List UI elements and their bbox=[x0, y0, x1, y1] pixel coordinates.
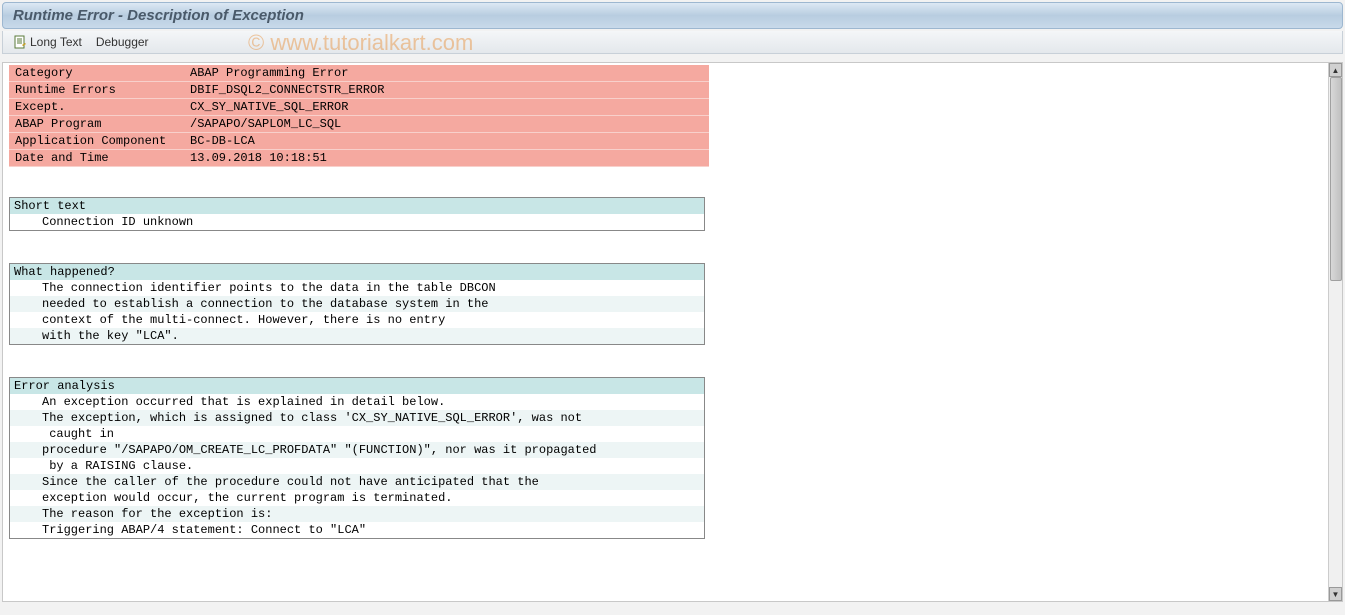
section-line: The reason for the exception is: bbox=[10, 506, 704, 522]
info-value: BC-DB-LCA bbox=[184, 133, 709, 150]
info-table: CategoryABAP Programming Error Runtime E… bbox=[9, 65, 709, 167]
section-header: Short text bbox=[10, 198, 704, 214]
section-line: needed to establish a connection to the … bbox=[10, 296, 704, 312]
info-value: /SAPAPO/SAPLOM_LC_SQL bbox=[184, 116, 709, 133]
table-row: CategoryABAP Programming Error bbox=[9, 65, 709, 82]
info-label: Date and Time bbox=[9, 150, 184, 167]
content-area: CategoryABAP Programming Error Runtime E… bbox=[2, 62, 1343, 602]
section-body: Connection ID unknown bbox=[10, 214, 704, 230]
section-body: An exception occurred that is explained … bbox=[10, 394, 704, 538]
debugger-button[interactable]: Debugger bbox=[96, 35, 149, 49]
error-analysis-section: Error analysis An exception occurred tha… bbox=[9, 377, 705, 539]
section-line: by a RAISING clause. bbox=[10, 458, 704, 474]
info-value: ABAP Programming Error bbox=[184, 65, 709, 82]
debugger-label: Debugger bbox=[96, 35, 149, 49]
section-header: Error analysis bbox=[10, 378, 704, 394]
scroll-track[interactable] bbox=[1329, 77, 1342, 587]
info-label: Application Component bbox=[9, 133, 184, 150]
info-value: 13.09.2018 10:18:51 bbox=[184, 150, 709, 167]
titlebar: Runtime Error - Description of Exception bbox=[2, 2, 1343, 29]
long-text-label: Long Text bbox=[30, 35, 82, 49]
info-value: DBIF_DSQL2_CONNECTSTR_ERROR bbox=[184, 82, 709, 99]
table-row: Date and Time13.09.2018 10:18:51 bbox=[9, 150, 709, 167]
section-line: An exception occurred that is explained … bbox=[10, 394, 704, 410]
scroll-thumb[interactable] bbox=[1330, 77, 1342, 281]
section-line: context of the multi-connect. However, t… bbox=[10, 312, 704, 328]
section-line: The connection identifier points to the … bbox=[10, 280, 704, 296]
content-inner: CategoryABAP Programming Error Runtime E… bbox=[3, 63, 1328, 601]
document-icon bbox=[13, 35, 27, 49]
section-line: Since the caller of the procedure could … bbox=[10, 474, 704, 490]
table-row: Runtime ErrorsDBIF_DSQL2_CONNECTSTR_ERRO… bbox=[9, 82, 709, 99]
vertical-scrollbar[interactable]: ▲ ▼ bbox=[1328, 63, 1342, 601]
table-row: ABAP Program/SAPAPO/SAPLOM_LC_SQL bbox=[9, 116, 709, 133]
short-text-section: Short text Connection ID unknown bbox=[9, 197, 705, 231]
section-line: Connection ID unknown bbox=[10, 214, 704, 230]
section-line: exception would occur, the current progr… bbox=[10, 490, 704, 506]
info-label: Category bbox=[9, 65, 184, 82]
info-label: Runtime Errors bbox=[9, 82, 184, 99]
section-body: The connection identifier points to the … bbox=[10, 280, 704, 344]
section-header: What happened? bbox=[10, 264, 704, 280]
section-line: Triggering ABAP/4 statement: Connect to … bbox=[10, 522, 704, 538]
long-text-button[interactable]: Long Text bbox=[13, 35, 82, 49]
table-row: Application ComponentBC-DB-LCA bbox=[9, 133, 709, 150]
section-line: caught in bbox=[10, 426, 704, 442]
table-row: Except.CX_SY_NATIVE_SQL_ERROR bbox=[9, 99, 709, 116]
section-line: The exception, which is assigned to clas… bbox=[10, 410, 704, 426]
info-value: CX_SY_NATIVE_SQL_ERROR bbox=[184, 99, 709, 116]
what-happened-section: What happened? The connection identifier… bbox=[9, 263, 705, 345]
scroll-down-button[interactable]: ▼ bbox=[1329, 587, 1342, 601]
toolbar: Long Text Debugger bbox=[2, 31, 1343, 54]
section-line: with the key "LCA". bbox=[10, 328, 704, 344]
info-label: ABAP Program bbox=[9, 116, 184, 133]
scroll-up-button[interactable]: ▲ bbox=[1329, 63, 1342, 77]
info-label: Except. bbox=[9, 99, 184, 116]
section-line: procedure "/SAPAPO/OM_CREATE_LC_PROFDATA… bbox=[10, 442, 704, 458]
page-title: Runtime Error - Description of Exception bbox=[13, 7, 304, 24]
